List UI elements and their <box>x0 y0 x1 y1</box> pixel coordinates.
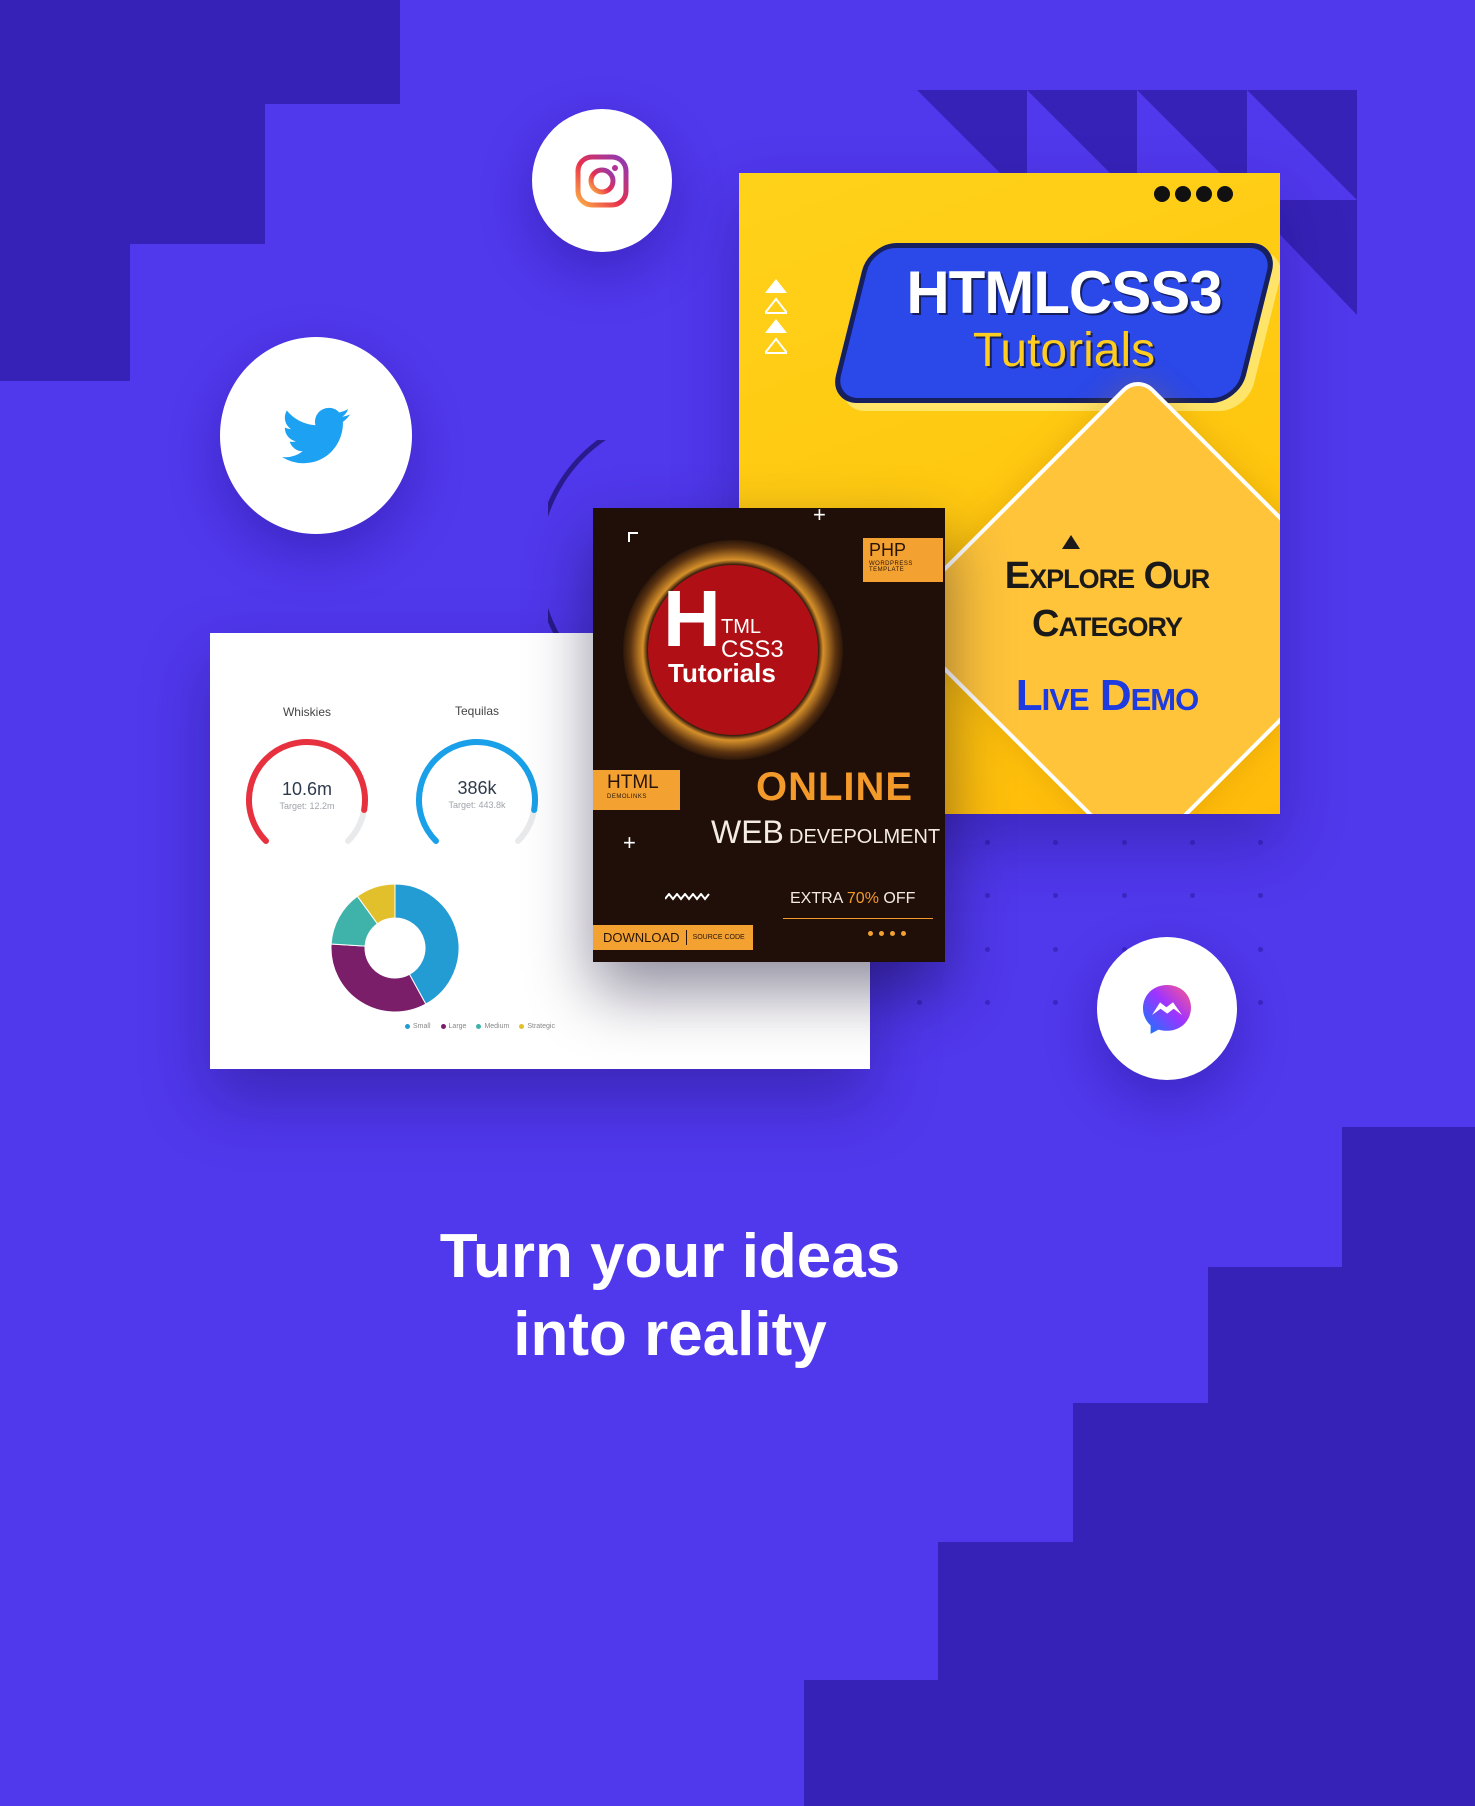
instagram-tiny-icon <box>879 931 884 936</box>
messenger-icon <box>1143 984 1191 1034</box>
stair-top-left-1 <box>0 0 400 104</box>
stair-top-left-3 <box>0 244 130 381</box>
stair-bottom-right-3 <box>1073 1403 1475 1542</box>
stair-bottom-right-1 <box>1342 1127 1475 1267</box>
logo-tutorials: Tutorials <box>668 658 776 688</box>
social-icons-row <box>1154 186 1233 202</box>
twitter-tiny-icon <box>890 931 895 936</box>
instagram-small-icon <box>1154 186 1170 202</box>
youtube-tiny-icon <box>901 931 906 936</box>
live-demo-link[interactable]: Live Demo <box>987 671 1227 721</box>
explore-line2: Category <box>1032 603 1183 645</box>
gauge-whiskies <box>246 739 368 845</box>
corner-mark <box>628 532 638 542</box>
plus-mark: + <box>813 508 826 527</box>
legend-item-small: Small <box>405 1023 431 1030</box>
card-title-line1: HTMLCSS3 <box>906 259 1222 326</box>
logo-letter-h: H <box>663 574 721 663</box>
download-label: DOWNLOAD <box>593 930 687 945</box>
online-text: ONLINE <box>756 765 914 809</box>
twitter-icon <box>282 407 350 463</box>
donut-slice-large <box>330 943 427 1013</box>
web-text: WEB <box>711 814 784 850</box>
explore-line1: Explore Our <box>1004 555 1210 597</box>
legend-item-strategic: Strategic <box>519 1023 555 1030</box>
arrow-stack-icon <box>765 279 787 354</box>
discount-underline <box>783 918 933 919</box>
gauge-tequilas-target: Target: 443.8k <box>448 800 506 810</box>
instagram-icon <box>575 154 629 207</box>
twitter-small-icon <box>1196 186 1212 202</box>
facebook-tiny-icon <box>868 931 873 936</box>
php-tag: PHP WORDPRESS TEMPLATE <box>863 538 943 582</box>
whatsapp-small-icon <box>1217 186 1233 202</box>
triangle-up-icon <box>1062 535 1080 549</box>
legend-item-large: Large <box>440 1023 466 1030</box>
stair-bottom-right-2 <box>1208 1267 1475 1403</box>
zigzag-mark <box>665 893 710 901</box>
gauge-whiskies-title: Whiskies <box>282 705 331 719</box>
twitter-circle[interactable] <box>220 337 412 534</box>
dark-web-development-card[interactable]: + + H TML CSS3 Tutorials PHP WORDPRESS T… <box>593 508 945 962</box>
messenger-circle[interactable] <box>1097 937 1237 1080</box>
donut-legend: Small Large Medium Strategic <box>330 1023 630 1030</box>
stair-bottom-right-5 <box>804 1680 1475 1806</box>
plus-mark-2: + <box>623 830 636 855</box>
hero-headline: Turn your ideas into reality <box>290 1218 1050 1374</box>
discount-text: EXTRA 70% OFF <box>790 890 916 907</box>
html-tag: HTML DEMOLINKS <box>593 770 680 810</box>
donut-chart <box>330 883 460 1013</box>
headline-line1: Turn your ideas <box>439 1222 901 1291</box>
stair-top-left-2 <box>0 104 265 244</box>
source-code-label: SOURCE CODE <box>692 934 745 941</box>
stair-bottom-right-4 <box>938 1542 1475 1680</box>
legend-item-medium: Medium <box>476 1023 509 1030</box>
headline-line2: into reality <box>513 1300 827 1369</box>
download-button[interactable]: DOWNLOAD SOURCE CODE <box>593 925 753 950</box>
footer-social-icons <box>868 931 906 936</box>
facebook-small-icon <box>1175 186 1191 202</box>
gauge-tequilas-value: 386k <box>457 778 497 798</box>
gauge-whiskies-target: Target: 12.2m <box>279 801 335 811</box>
instagram-circle[interactable] <box>532 109 672 252</box>
development-text: DEVEPOLMENT <box>789 826 941 848</box>
gauge-tequilas-title: Tequilas <box>454 704 500 718</box>
gauge-whiskies-value: 10.6m <box>281 779 333 799</box>
card-title-line2: Tutorials <box>972 324 1156 377</box>
